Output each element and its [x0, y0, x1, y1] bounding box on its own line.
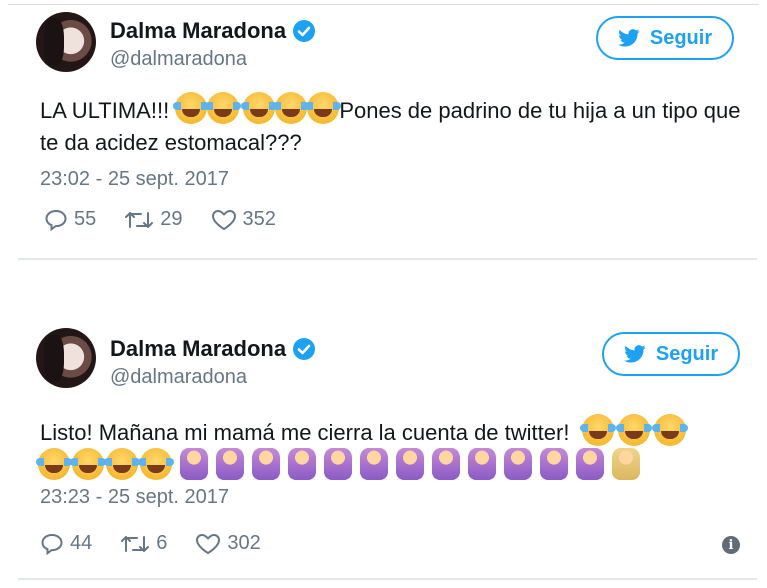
tweet-card-2: Dalma Maradona @dalmaradona Seguir Listo… [0, 320, 767, 582]
face-with-tears-of-joy-icon [205, 92, 242, 124]
reply-count: 55 [74, 208, 97, 230]
retweet-button[interactable]: 6 [120, 532, 167, 555]
woman-facepalming-icon [468, 448, 496, 480]
face-with-tears-of-joy-icon [651, 414, 688, 446]
woman-facepalming-icon [576, 448, 604, 480]
retweet-icon [125, 211, 154, 228]
author-name[interactable]: Dalma Maradona [110, 18, 316, 44]
tweet-text: LA ULTIMA!!! Pones de padrino de tu hija… [40, 92, 760, 159]
author-name-text[interactable]: Dalma Maradona [110, 336, 286, 362]
follow-label[interactable]: Seguir [650, 27, 712, 50]
woman-facepalming-icon [432, 448, 460, 480]
tweet-text: Listo! Mañana mi mamá me cierra la cuent… [40, 414, 760, 449]
tweet-text-prefix: LA ULTIMA!!! [40, 98, 176, 123]
retweet-count: 6 [156, 532, 168, 554]
reply-icon [45, 209, 67, 231]
twitter-bird-icon [618, 29, 640, 47]
tweet-divider [18, 258, 757, 260]
like-button[interactable]: 352 [211, 208, 276, 231]
tweet-divider [18, 578, 757, 580]
heart-icon [196, 533, 221, 554]
follow-label[interactable]: Seguir [656, 343, 718, 366]
retweet-icon [121, 535, 150, 552]
woman-facepalming-icon [396, 448, 424, 480]
woman-facepalming-icon [504, 448, 532, 480]
verified-badge-icon [293, 20, 316, 42]
face-with-tears-of-joy-icon [241, 92, 278, 124]
woman-facepalming-icon [288, 448, 316, 480]
info-icon[interactable]: i [722, 536, 740, 554]
author-handle[interactable]: @dalmaradona [110, 48, 247, 71]
avatar[interactable] [36, 328, 96, 388]
face-with-tears-of-joy-icon [173, 92, 210, 124]
tweet-card-1: Dalma Maradona @dalmaradona Seguir LA UL… [0, 0, 767, 262]
verified-badge-icon [293, 338, 316, 360]
face-with-tears-of-joy-icon [70, 448, 106, 480]
face-with-tears-of-joy-icon [36, 448, 72, 480]
author-name[interactable]: Dalma Maradona [110, 336, 316, 362]
reply-icon [41, 533, 63, 555]
reply-count: 44 [70, 532, 93, 554]
top-divider [8, 4, 759, 5]
woman-facepalming-icon [252, 448, 280, 480]
woman-facepalming-icon [612, 448, 640, 480]
woman-facepalming-icon [360, 448, 388, 480]
face-with-tears-of-joy-icon [104, 448, 140, 480]
tweet-actions: 55 29 352 [44, 208, 276, 231]
tweet-text-body: Listo! Mañana mi mamá me cierra la cuent… [40, 420, 570, 445]
face-with-tears-of-joy-icon [138, 448, 174, 480]
follow-button[interactable]: Seguir [596, 16, 734, 60]
reply-button[interactable]: 55 [44, 208, 96, 231]
woman-facepalming-icon [540, 448, 568, 480]
emoji-line [36, 448, 640, 480]
author-name-text[interactable]: Dalma Maradona [110, 18, 286, 44]
twitter-bird-icon [624, 345, 646, 363]
woman-facepalming-icon [324, 448, 352, 480]
timestamp[interactable]: 23:02 - 25 sept. 2017 [40, 168, 229, 191]
author-handle[interactable]: @dalmaradona [110, 366, 247, 389]
woman-facepalming-icon [180, 448, 208, 480]
like-button[interactable]: 302 [195, 532, 261, 555]
timestamp[interactable]: 23:23 - 25 sept. 2017 [40, 486, 229, 509]
like-count: 302 [227, 532, 261, 554]
reply-button[interactable]: 44 [40, 532, 92, 555]
follow-button[interactable]: Seguir [602, 332, 740, 376]
like-count: 352 [242, 208, 276, 230]
face-with-tears-of-joy-icon [579, 414, 616, 446]
retweet-button[interactable]: 29 [124, 208, 183, 231]
tweet-actions: 44 6 302 [40, 532, 261, 555]
woman-facepalming-icon [216, 448, 244, 480]
retweet-count: 29 [160, 208, 183, 230]
face-with-tears-of-joy-icon [273, 92, 310, 124]
face-with-tears-of-joy-icon [615, 414, 652, 446]
avatar[interactable] [36, 12, 96, 72]
heart-icon [211, 209, 236, 230]
face-with-tears-of-joy-icon [305, 92, 342, 124]
